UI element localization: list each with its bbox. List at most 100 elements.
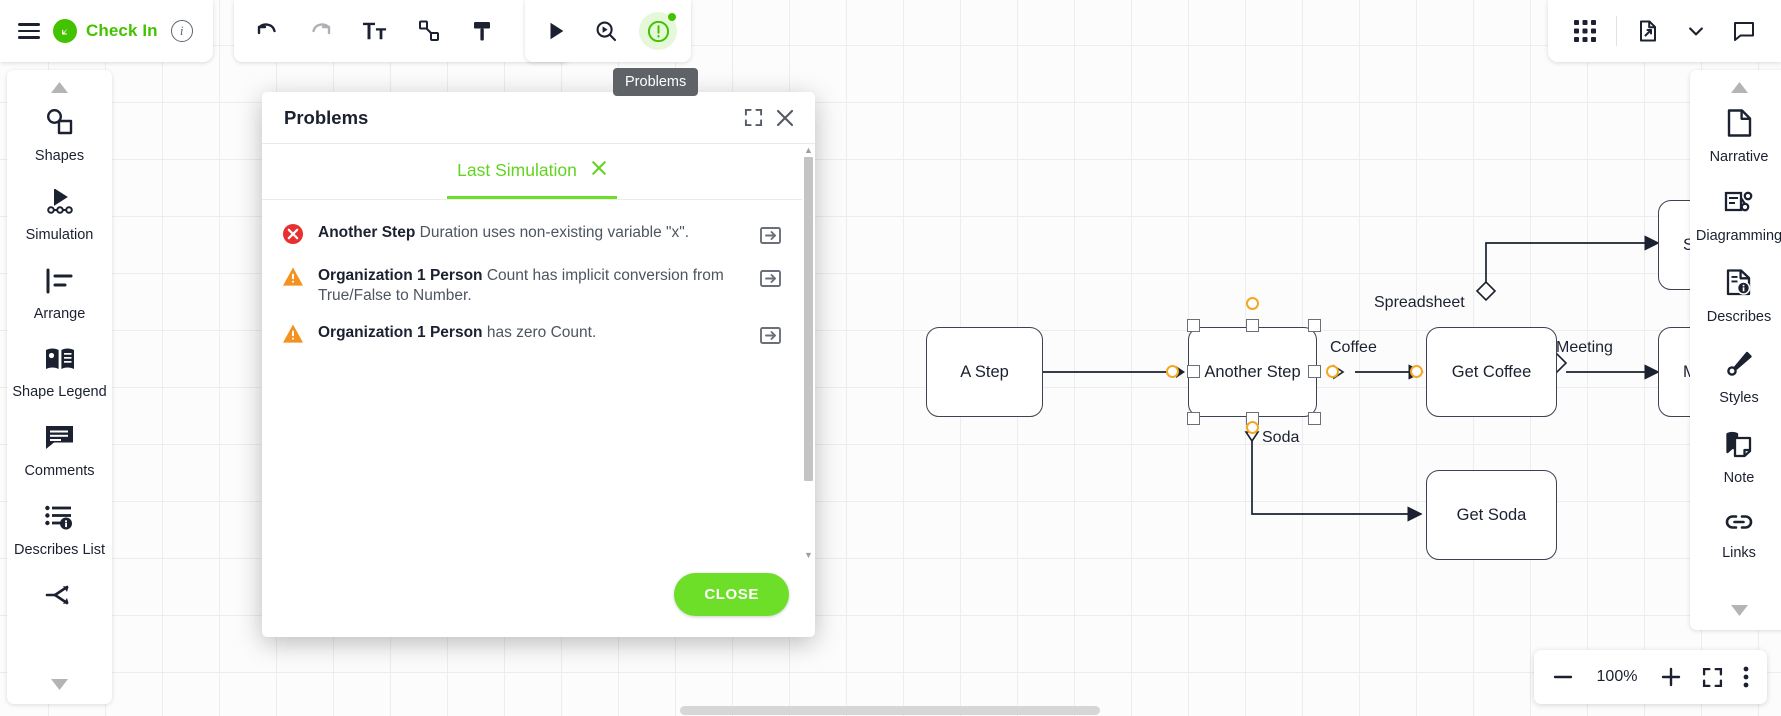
connection-port-left[interactable] [1166, 365, 1179, 378]
play-inspect-icon[interactable] [589, 14, 623, 48]
dialog-header: Problems [262, 92, 815, 144]
sidebar-item-shape-legend[interactable]: Shape Legend [7, 334, 112, 412]
sidebar-label: Narrative [1710, 149, 1769, 166]
info-icon[interactable]: i [171, 20, 193, 42]
sidebar-label: Simulation [26, 227, 94, 244]
node-another-step[interactable]: Another Step [1188, 327, 1317, 417]
connection-port-bottom[interactable] [1246, 421, 1259, 434]
sidebar-label: Shapes [35, 148, 84, 165]
sidebar-scroll-down-icon[interactable] [7, 673, 112, 698]
resize-handle-n[interactable] [1246, 319, 1259, 332]
dialog-tabs: Last Simulation [262, 144, 802, 200]
scroll-thumb[interactable] [804, 157, 813, 481]
canvas-hscroll-thumb[interactable] [680, 706, 1100, 715]
undo-icon[interactable] [250, 14, 284, 48]
styles-brush-icon [1725, 350, 1753, 383]
sidebar-item-links[interactable]: Links [1690, 497, 1781, 572]
problem-row[interactable]: Organization 1 Person Count has implicit… [262, 257, 802, 314]
text-format-icon[interactable] [358, 14, 392, 48]
dialog-scrollbar[interactable]: ▲ ▼ [802, 144, 815, 559]
resize-handle-ne[interactable] [1308, 319, 1321, 332]
zoom-controls: 100% [1534, 650, 1767, 704]
sidebar-item-comments[interactable]: Comments [7, 412, 112, 491]
scroll-track[interactable] [804, 157, 813, 548]
arrange-icon [46, 268, 74, 299]
sidebar-item-simulation[interactable]: Simulation [7, 176, 112, 255]
check-in-status-icon [53, 19, 77, 43]
connection-port-top[interactable] [1246, 297, 1259, 310]
resize-handle-w[interactable] [1187, 365, 1200, 378]
dialog-footer: CLOSE [262, 559, 815, 637]
scroll-up-icon[interactable]: ▲ [804, 146, 813, 154]
problems-toolbar-button[interactable] [639, 12, 677, 50]
shapes-icon [45, 108, 75, 141]
grid-apps-icon[interactable] [1568, 14, 1602, 48]
redo-icon[interactable] [304, 14, 338, 48]
sidebar-item-narrative[interactable]: Narrative [1690, 95, 1781, 176]
check-in-button[interactable]: Check In [53, 19, 158, 43]
fit-screen-icon[interactable] [1702, 667, 1723, 688]
close-button[interactable]: CLOSE [674, 573, 789, 616]
chevron-down-icon[interactable] [1679, 14, 1713, 48]
sidebar-item-describes-list[interactable]: Describes List [7, 491, 112, 570]
connection-port-right[interactable] [1326, 365, 1339, 378]
comment-icon[interactable] [1727, 14, 1761, 48]
tab-label: Last Simulation [457, 160, 577, 181]
problems-dialog: Problems Last Simulation [262, 92, 815, 637]
note-icon [1725, 431, 1753, 463]
right-sidebar-scroll-down-icon[interactable] [1690, 599, 1781, 624]
node-get-coffee[interactable]: Get Coffee [1426, 327, 1557, 417]
sidebar-label: Shape Legend [12, 384, 106, 401]
problem-subject: Organization 1 Person [318, 324, 483, 341]
close-icon[interactable] [769, 102, 801, 134]
sidebar-scroll-up-icon[interactable] [7, 76, 112, 95]
goto-icon[interactable] [758, 266, 784, 292]
document-export-icon[interactable] [1631, 14, 1665, 48]
node-label: Get Soda [1457, 506, 1527, 525]
dialog-body: Last Simulation [262, 144, 815, 559]
problems-badge [668, 13, 676, 21]
more-vertical-icon[interactable] [1743, 666, 1749, 688]
connector-icon[interactable] [412, 14, 446, 48]
node-a-step[interactable]: A Step [926, 327, 1043, 417]
describes-icon [1725, 269, 1753, 302]
problems-list: Another Step Duration uses non-existing … [262, 200, 802, 559]
tab-last-simulation[interactable]: Last Simulation [447, 144, 617, 199]
problem-subject: Organization 1 Person [318, 267, 483, 284]
sidebar-item-note[interactable]: Note [1690, 417, 1781, 497]
comments-icon [45, 425, 74, 456]
sidebar-item-shapes[interactable]: Shapes [7, 95, 112, 176]
minus-icon[interactable] [1552, 666, 1574, 688]
node-get-soda[interactable]: Get Soda [1426, 470, 1557, 560]
right-sidebar-scroll-up-icon[interactable] [1690, 76, 1781, 95]
problem-row[interactable]: Organization 1 Person has zero Count. [262, 314, 802, 357]
format-painter-icon[interactable] [466, 14, 500, 48]
resize-handle-sw[interactable] [1187, 412, 1200, 425]
diagramming-icon [1724, 190, 1754, 221]
resize-handle-nw[interactable] [1187, 319, 1200, 332]
canvas-hscrollbar[interactable] [120, 706, 1661, 715]
sidebar-label: Arrange [34, 306, 86, 323]
sidebar-item-arrange[interactable]: Arrange [7, 255, 112, 334]
resize-handle-se[interactable] [1308, 412, 1321, 425]
narrative-document-icon [1726, 109, 1753, 142]
resize-handle-e[interactable] [1308, 365, 1321, 378]
play-icon[interactable] [539, 14, 573, 48]
shape-legend-icon [45, 347, 75, 377]
goto-icon[interactable] [758, 223, 784, 249]
scroll-down-icon[interactable]: ▼ [804, 551, 813, 559]
connection-port-coffee[interactable] [1410, 365, 1423, 378]
app-root: A Step Another Step Get Coffee Get Soda [0, 0, 1781, 716]
maximize-icon[interactable] [737, 102, 769, 134]
tab-close-icon[interactable] [591, 160, 607, 181]
toolbar-group-left: Check In i [0, 0, 213, 62]
hamburger-icon[interactable] [18, 23, 40, 39]
problem-row[interactable]: Another Step Duration uses non-existing … [262, 214, 802, 257]
sidebar-item-diagramming[interactable]: Diagramming [1690, 176, 1781, 255]
plus-icon[interactable] [1660, 666, 1682, 688]
sidebar-item-styles[interactable]: Styles [1690, 336, 1781, 417]
sidebar-item-share-branch[interactable] [7, 570, 112, 614]
goto-icon[interactable] [758, 323, 784, 349]
sidebar-item-describes[interactable]: Describes [1690, 255, 1781, 336]
left-sidebar: Shapes Simulation Arrange [7, 70, 112, 704]
